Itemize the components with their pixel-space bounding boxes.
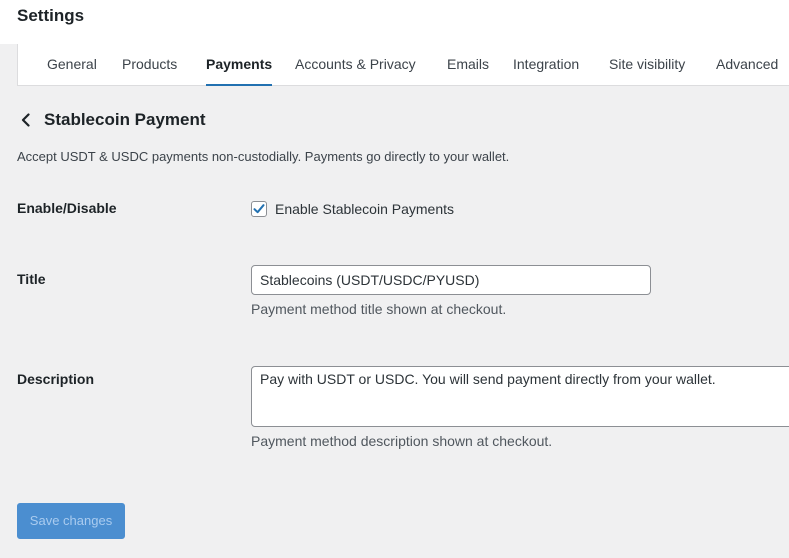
- enable-checkbox[interactable]: [251, 201, 267, 217]
- section-title: Stablecoin Payment: [44, 110, 206, 129]
- section-header: Stablecoin Payment: [17, 108, 206, 132]
- title-label: Title: [17, 271, 46, 287]
- description-help-text: Payment method description shown at chec…: [251, 433, 553, 449]
- settings-tabs: General Products Payments Accounts & Pri…: [17, 44, 789, 86]
- title-help-text: Payment method title shown at checkout.: [251, 301, 507, 317]
- enable-checkbox-row: Enable Stablecoin Payments: [251, 201, 454, 217]
- title-input[interactable]: [251, 265, 651, 295]
- tab-payments[interactable]: Payments: [206, 44, 273, 86]
- page-title: Settings: [17, 6, 85, 25]
- tab-advanced[interactable]: Advanced: [716, 44, 778, 85]
- chevron-left-icon[interactable]: [17, 111, 35, 129]
- save-changes-button[interactable]: Save changes: [17, 503, 125, 539]
- enable-checkbox-label[interactable]: Enable Stablecoin Payments: [275, 201, 454, 217]
- checkmark-icon: [253, 204, 265, 214]
- tab-general[interactable]: General: [47, 44, 97, 85]
- description-label: Description: [17, 371, 95, 387]
- tab-integration[interactable]: Integration: [513, 44, 579, 85]
- top-bar: Settings: [0, 0, 789, 44]
- enable-disable-label: Enable/Disable: [17, 200, 117, 216]
- section-description: Accept USDT & USDC payments non-custodia…: [17, 149, 510, 164]
- tab-accounts-privacy[interactable]: Accounts & Privacy: [295, 44, 416, 85]
- description-textarea[interactable]: Pay with USDT or USDC. You will send pay…: [251, 366, 789, 427]
- tab-site-visibility[interactable]: Site visibility: [609, 44, 685, 85]
- tab-emails[interactable]: Emails: [447, 44, 489, 85]
- tab-products[interactable]: Products: [122, 44, 177, 85]
